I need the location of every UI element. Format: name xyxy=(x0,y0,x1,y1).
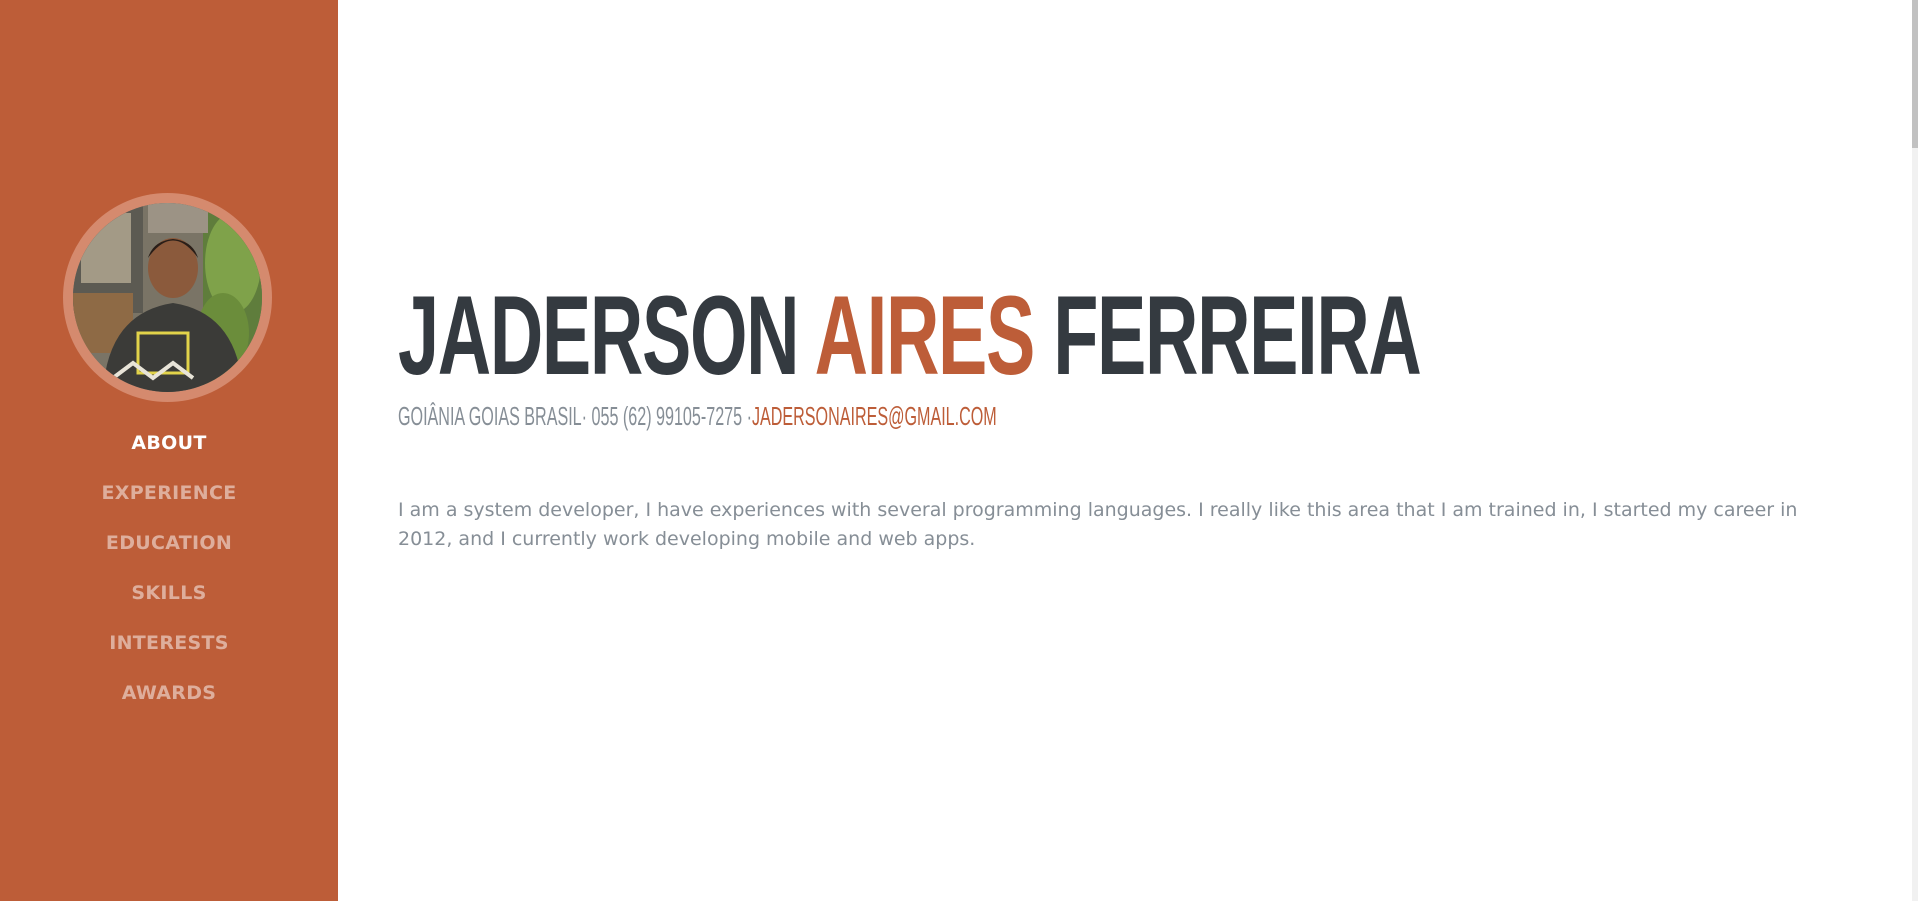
profile-photo-frame xyxy=(63,193,272,402)
about-lead-text: I am a system developer, I have experien… xyxy=(398,499,1798,550)
location-text: GOIÂNIA GOIAS BRASIL xyxy=(398,401,582,431)
nav-item-experience[interactable]: EXPERIENCE xyxy=(0,468,338,518)
phone-text: 055 (62) 99105-7275 xyxy=(591,401,743,431)
page-scrollbar[interactable] xyxy=(1912,0,1918,901)
name-middle: AIRES xyxy=(814,273,1036,398)
contact-line: GOIÂNIA GOIAS BRASIL· 055 (62) 99105-727… xyxy=(398,401,997,431)
name-last: FERREIRA xyxy=(1053,273,1422,398)
about-section: JADERSON AIRES FERREIRA GOIÂNIA GOIAS BR… xyxy=(338,0,1913,901)
scrollbar-thumb[interactable] xyxy=(1912,0,1918,148)
nav-item-interests[interactable]: INTERESTS xyxy=(0,618,338,668)
resume-page: ABOUT EXPERIENCE EDUCATION SKILLS INTERE… xyxy=(0,0,1918,901)
nav-item-skills[interactable]: SKILLS xyxy=(0,568,338,618)
nav-item-awards[interactable]: AWARDS xyxy=(0,668,338,718)
email-link[interactable]: JADERSONAIRES@GMAIL.COM xyxy=(752,401,997,431)
sidebar-nav: ABOUT EXPERIENCE EDUCATION SKILLS INTERE… xyxy=(0,418,338,718)
nav-item-education[interactable]: EDUCATION xyxy=(0,518,338,568)
page-title: JADERSON AIRES FERREIRA xyxy=(398,280,1422,392)
nav-item-about[interactable]: ABOUT xyxy=(0,418,338,468)
profile-photo xyxy=(73,203,262,392)
name-first: JADERSON xyxy=(398,273,800,398)
separator: · xyxy=(581,401,588,431)
sidebar: ABOUT EXPERIENCE EDUCATION SKILLS INTERE… xyxy=(0,0,338,901)
